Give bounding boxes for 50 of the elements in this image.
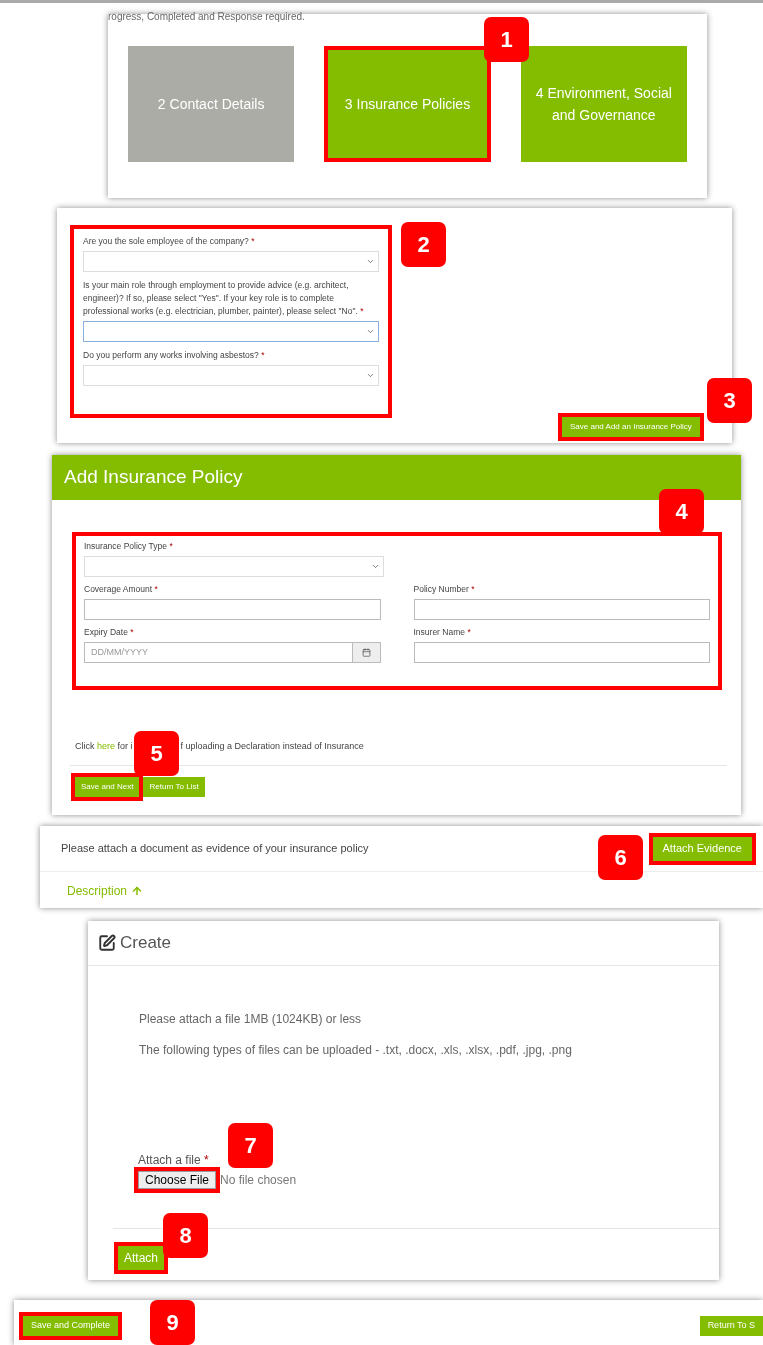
- field-label: Policy Number *: [413, 583, 476, 596]
- footer-button[interactable]: Return To S: [699, 1316, 763, 1336]
- select-field[interactable]: [84, 556, 384, 577]
- panel-header: Add Insurance Policy: [52, 455, 741, 500]
- field-label: Insurer Name *: [413, 626, 472, 639]
- edit-icon: [98, 934, 116, 952]
- form-button[interactable]: Return To List: [143, 777, 205, 797]
- step-callout: 4: [659, 489, 704, 534]
- sort-arrow-icon: [131, 885, 144, 897]
- field-label: Do you perform any works involving asbestos? *: [83, 349, 266, 362]
- step-callout: 5: [134, 731, 179, 776]
- step-callout: 3: [707, 378, 752, 423]
- evidence-instruction: Please attach a document as evidence of your insurance policy: [61, 841, 369, 857]
- field-label: Insurance Policy Type *: [84, 540, 174, 553]
- text-field[interactable]: [413, 642, 710, 663]
- select-field[interactable]: [83, 251, 379, 272]
- step-callout: 2: [401, 222, 446, 267]
- step-callout: 9: [150, 1300, 195, 1345]
- here-link[interactable]: here: [97, 741, 116, 751]
- upload-info: Please attach a file 1MB (1024KB) or less: [139, 1011, 363, 1028]
- calendar-button[interactable]: [352, 642, 381, 663]
- field-label: Are you the sole employee of the company? *: [83, 235, 256, 248]
- chevron-icon: [371, 562, 380, 571]
- field-label: Coverage Amount *: [84, 583, 159, 596]
- text-field[interactable]: [84, 599, 381, 620]
- field-label: Attach a file *: [138, 1152, 210, 1169]
- declaration-note: Click here for i: [75, 740, 133, 753]
- chevron-icon: [366, 327, 375, 336]
- step-callout: 6: [598, 835, 643, 880]
- file-status: No file chosen: [220, 1172, 297, 1189]
- declaration-note: f uploading a Declaration instead of Insurance: [180, 740, 364, 753]
- step-callout: 8: [163, 1213, 208, 1258]
- dialog-title: Create: [120, 932, 172, 955]
- text-field[interactable]: [413, 599, 710, 620]
- step-callout: 1: [484, 17, 529, 62]
- calendar-icon: [361, 648, 371, 657]
- step-tile[interactable]: 3 Insurance Policies: [324, 46, 491, 162]
- date-field[interactable]: DD/MM/YYYY: [84, 642, 353, 663]
- column-header[interactable]: Description: [67, 882, 128, 900]
- step-callout: 7: [228, 1123, 273, 1168]
- step-tile[interactable]: 4 Environment, Social and Governance: [520, 46, 687, 162]
- field-label: Is your main role through employment to provide advice (e.g. architect, engineer)? If so, please select "Yes". If your key role is to complete professional works (e.g. electrician, plumber, painter), please select "No". *: [83, 279, 365, 318]
- select-field[interactable]: [83, 365, 379, 386]
- step-tile[interactable]: 2 Contact Details: [128, 46, 295, 162]
- upload-info: The following types of files can be uploaded - .txt, .docx, .xls, .xlsx, .pdf, .jpg, .png: [139, 1042, 573, 1059]
- status-note: rogress, Completed and Response required.: [108, 12, 306, 22]
- field-label: Expiry Date *: [84, 626, 135, 639]
- select-field[interactable]: [83, 321, 379, 342]
- chevron-icon: [366, 371, 375, 380]
- chevron-icon: [366, 257, 375, 266]
